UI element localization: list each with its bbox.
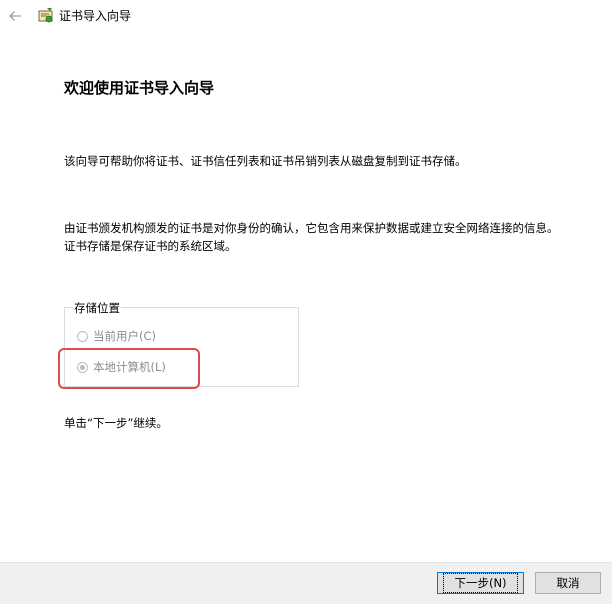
radio-current-user[interactable]: 当前用户(C) <box>77 328 156 344</box>
next-button[interactable]: 下一步(N) <box>437 572 524 594</box>
wizard-heading: 欢迎使用证书导入向导 <box>64 79 215 97</box>
back-arrow-icon <box>9 11 21 21</box>
storage-location-legend: 存储位置 <box>73 300 121 316</box>
highlight-box <box>58 348 200 389</box>
cancel-button[interactable]: 取消 <box>535 572 601 594</box>
footer-bar: 下一步(N) 取消 <box>0 562 612 604</box>
title-bar: 证书导入向导 <box>0 0 612 32</box>
certificate-icon <box>38 8 53 23</box>
intro-text: 该向导可帮助你将证书、证书信任列表和证书吊销列表从磁盘复制到证书存储。 <box>64 154 467 168</box>
radio-button[interactable] <box>77 330 88 342</box>
description-text: 由证书颁发机构颁发的证书是对你身份的确认，它包含用来保护数据或建立安全网络连接的… <box>64 221 559 253</box>
continue-instruction: 单击“下一步”继续。 <box>64 416 168 430</box>
next-button-label: 下一步(N) <box>443 573 518 593</box>
radio-label-current-user: 当前用户(C) <box>93 329 157 343</box>
window-title: 证书导入向导 <box>59 9 132 23</box>
back-button[interactable] <box>6 7 24 25</box>
